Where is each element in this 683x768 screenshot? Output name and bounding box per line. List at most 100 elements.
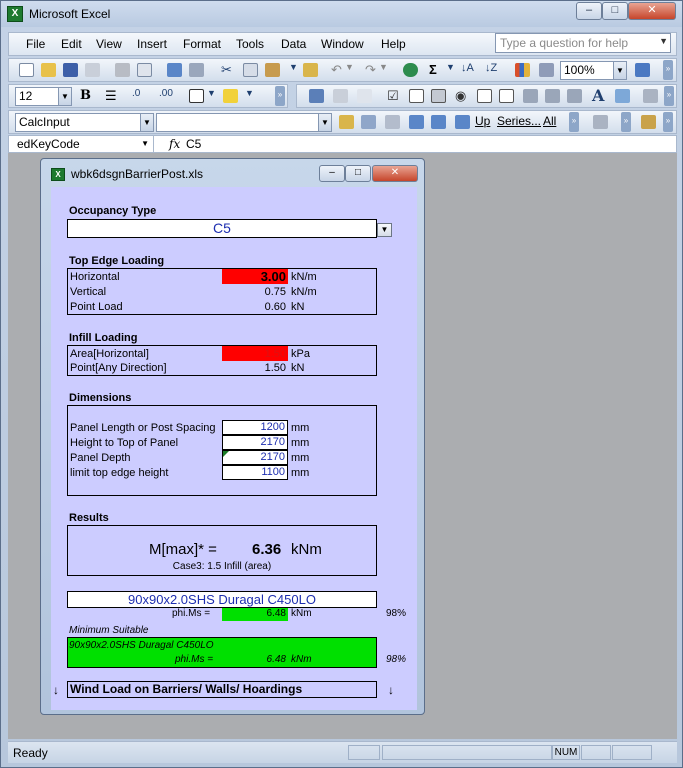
toolbar-options-icon[interactable]: » bbox=[663, 60, 673, 80]
print-icon[interactable] bbox=[115, 63, 130, 77]
toolbar-options-icon[interactable]: » bbox=[664, 86, 674, 106]
listbox-control-icon[interactable] bbox=[477, 89, 492, 103]
view-code-icon[interactable] bbox=[357, 89, 372, 103]
chevron-down-icon[interactable]: ▼ bbox=[58, 88, 71, 105]
borders-icon[interactable] bbox=[189, 89, 204, 103]
close-button[interactable]: ✕ bbox=[628, 2, 676, 20]
toolbar-options-icon[interactable]: » bbox=[621, 112, 631, 132]
section-name[interactable]: 90x90x2.0SHS Duragal C450LO bbox=[67, 592, 377, 607]
down-arrow-icon[interactable]: ↓ bbox=[53, 683, 59, 697]
redo-dropdown-icon[interactable]: ▼ bbox=[379, 62, 388, 72]
increase-decimal-icon[interactable]: .0 bbox=[132, 88, 140, 99]
open-folder-icon[interactable] bbox=[41, 63, 56, 77]
style-combo[interactable]: CalcInput ▼ bbox=[15, 113, 154, 132]
dimension-input[interactable]: 1200 bbox=[222, 420, 288, 435]
image-control-icon[interactable] bbox=[615, 89, 630, 103]
import-icon[interactable] bbox=[409, 115, 424, 129]
undo-icon[interactable]: ↶ bbox=[331, 62, 342, 78]
workbook-restore-button[interactable]: □ bbox=[345, 165, 371, 182]
help-icon[interactable] bbox=[635, 63, 650, 77]
design-mode-icon[interactable] bbox=[309, 89, 324, 103]
chevron-down-icon[interactable]: ▼ bbox=[377, 223, 392, 237]
zoom-combo[interactable]: 100% ▼ bbox=[560, 61, 627, 80]
chevron-down-icon[interactable]: ▼ bbox=[613, 62, 626, 79]
occupancy-select[interactable]: C5 bbox=[67, 219, 377, 238]
research-icon[interactable] bbox=[189, 63, 204, 77]
menu-tools[interactable]: Tools bbox=[236, 37, 264, 51]
sort-ascending-icon[interactable]: ↓A bbox=[461, 62, 474, 74]
toolbar-options-icon[interactable]: » bbox=[275, 86, 285, 106]
button-control-icon[interactable] bbox=[431, 89, 446, 103]
dimension-input[interactable]: 1100 bbox=[222, 465, 288, 480]
move-down-icon[interactable] bbox=[431, 115, 446, 129]
option-button-icon[interactable]: ◉ bbox=[455, 88, 466, 104]
zoom-tool-icon[interactable] bbox=[361, 115, 376, 129]
menu-edit[interactable]: Edit bbox=[61, 37, 82, 51]
autosum-icon[interactable]: Σ bbox=[429, 62, 437, 77]
menu-file[interactable]: File bbox=[26, 37, 45, 51]
workbook-icon[interactable]: X bbox=[51, 168, 65, 181]
macro-icon[interactable] bbox=[385, 115, 400, 129]
more-controls-icon[interactable] bbox=[643, 89, 658, 103]
up-button[interactable]: Up bbox=[475, 114, 490, 128]
secondary-combo[interactable]: ▼ bbox=[156, 113, 332, 132]
cut-icon[interactable]: ✂ bbox=[221, 62, 232, 78]
toolbar-options-icon[interactable]: » bbox=[663, 112, 673, 132]
chevron-down-icon[interactable]: ▼ bbox=[140, 114, 153, 131]
drawing-icon[interactable] bbox=[539, 63, 554, 77]
properties-icon[interactable] bbox=[333, 89, 348, 103]
maximize-button[interactable]: □ bbox=[602, 2, 628, 20]
form-icon[interactable] bbox=[641, 115, 656, 129]
menu-window[interactable]: Window bbox=[321, 37, 364, 51]
font-size-combo[interactable]: 12 ▼ bbox=[15, 87, 72, 106]
workbook-close-button[interactable]: ✕ bbox=[372, 165, 418, 182]
scrollbar-control-icon[interactable] bbox=[567, 89, 582, 103]
chevron-down-icon[interactable]: ▼ bbox=[141, 136, 149, 152]
align-icon[interactable]: ☰ bbox=[105, 88, 117, 104]
dimension-input[interactable]: 2170 bbox=[222, 435, 288, 450]
menu-help[interactable]: Help bbox=[381, 37, 406, 51]
series-button[interactable]: Series... bbox=[497, 114, 541, 128]
wind-load-link[interactable]: Wind Load on Barriers/ Walls/ Hoardings bbox=[70, 682, 302, 696]
textbox-control-icon[interactable] bbox=[409, 89, 424, 103]
insert-function-icon[interactable]: fx bbox=[169, 136, 180, 152]
spelling-icon[interactable] bbox=[167, 63, 182, 77]
paste-dropdown-icon[interactable]: ▼ bbox=[289, 62, 298, 72]
print-preview-icon[interactable] bbox=[137, 63, 152, 77]
down-arrow-icon[interactable]: ↓ bbox=[388, 683, 394, 697]
hyperlink-icon[interactable] bbox=[403, 63, 418, 77]
workbook-minimize-button[interactable]: – bbox=[319, 165, 345, 182]
checkbox-control-icon[interactable]: ☑ bbox=[387, 88, 399, 104]
toggle-button-icon[interactable] bbox=[523, 89, 538, 103]
combobox-control-icon[interactable] bbox=[499, 89, 514, 103]
go-icon[interactable] bbox=[455, 115, 470, 129]
spin-button-icon[interactable] bbox=[545, 89, 560, 103]
chart-wizard-icon[interactable] bbox=[515, 63, 530, 77]
format-painter-icon[interactable] bbox=[303, 63, 318, 77]
all-button[interactable]: All bbox=[543, 114, 556, 128]
menu-format[interactable]: Format bbox=[183, 37, 221, 51]
autosum-dropdown-icon[interactable]: ▼ bbox=[446, 62, 455, 72]
chevron-down-icon[interactable]: ▼ bbox=[318, 114, 331, 131]
excel-app-icon[interactable]: X bbox=[7, 6, 23, 22]
dimension-input[interactable]: 2170 bbox=[222, 450, 288, 465]
fill-color-dropdown-icon[interactable]: ▼ bbox=[245, 88, 254, 98]
borders-dropdown-icon[interactable]: ▼ bbox=[207, 88, 216, 98]
name-box[interactable]: edKeyCode ▼ bbox=[9, 136, 154, 152]
redo-icon[interactable]: ↷ bbox=[365, 62, 376, 78]
menu-view[interactable]: View bbox=[96, 37, 122, 51]
toolbar-options-icon[interactable]: » bbox=[569, 112, 579, 132]
save-icon[interactable] bbox=[63, 63, 78, 77]
fill-color-icon[interactable] bbox=[223, 89, 238, 103]
lock-icon[interactable] bbox=[339, 115, 354, 129]
menu-data[interactable]: Data bbox=[281, 37, 306, 51]
copy-icon[interactable] bbox=[243, 63, 258, 77]
decrease-decimal-icon[interactable]: .00 bbox=[159, 88, 173, 99]
tree-icon[interactable] bbox=[593, 115, 608, 129]
menu-insert[interactable]: Insert bbox=[137, 37, 167, 51]
sort-descending-icon[interactable]: ↓Z bbox=[485, 62, 497, 74]
new-document-icon[interactable] bbox=[19, 63, 34, 77]
bold-button[interactable]: B bbox=[80, 88, 91, 103]
paste-icon[interactable] bbox=[265, 63, 280, 77]
permission-icon[interactable] bbox=[85, 63, 100, 77]
